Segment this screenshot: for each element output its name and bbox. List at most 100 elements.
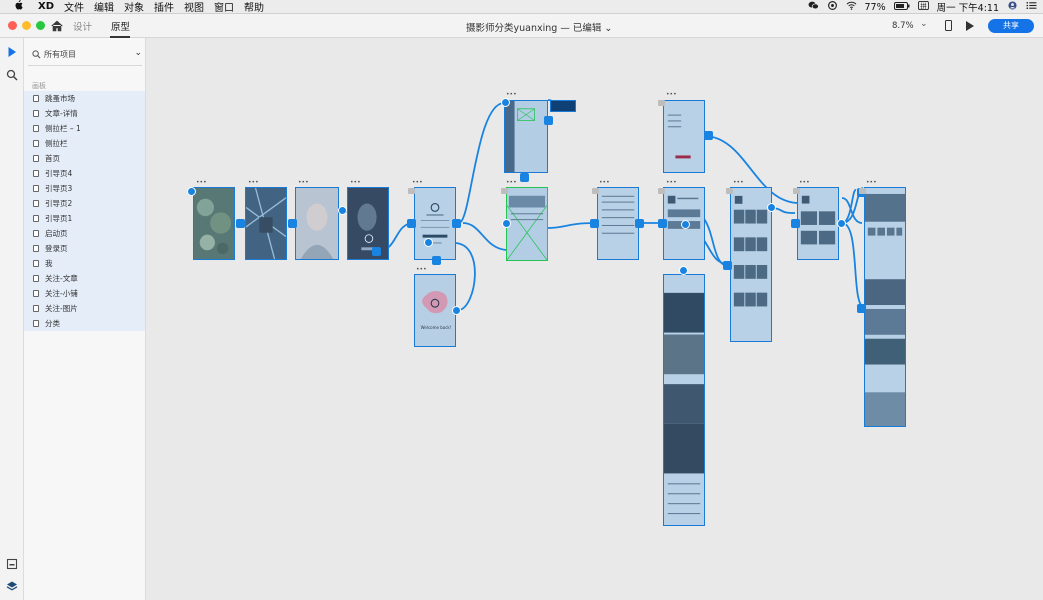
connection-node[interactable] — [424, 238, 433, 247]
artboard-guide-3[interactable] — [295, 187, 339, 260]
connection-arrow[interactable] — [432, 256, 441, 265]
artboard-guide-2[interactable] — [245, 187, 287, 260]
connection-arrow[interactable] — [452, 219, 461, 228]
artboard-flag — [501, 188, 508, 194]
connection-arrow[interactable] — [236, 219, 245, 228]
menu-object[interactable]: 对象 — [124, 0, 144, 14]
menu-window[interactable]: 窗口 — [214, 0, 234, 14]
board-label: 文章-详情 — [45, 109, 78, 118]
artboard-title-dots: ••• — [599, 179, 610, 186]
select-arrow-icon[interactable] — [6, 46, 18, 58]
connection-arrow[interactable] — [658, 219, 667, 228]
connection-arrow[interactable] — [544, 116, 553, 125]
artboard-home[interactable] — [506, 187, 548, 261]
menu-edit[interactable]: 编辑 — [94, 0, 114, 14]
minimize-window-button[interactable] — [22, 21, 31, 30]
list-item[interactable]: 启动页 — [24, 226, 145, 241]
artboard-launch[interactable]: Welcome back! — [414, 274, 456, 347]
list-item[interactable]: 侧拉栏 — [24, 136, 145, 151]
list-item[interactable]: 我 — [24, 256, 145, 271]
list-item[interactable]: 侧拉栏 – 1 — [24, 121, 145, 136]
chevron-down-icon[interactable]: ⌄ — [134, 48, 142, 58]
artboard-me[interactable] — [663, 100, 705, 173]
artboard-login[interactable] — [414, 187, 456, 260]
zoom-chevron-down-icon[interactable]: ⌄ — [920, 19, 928, 29]
list-item[interactable]: 关注-文章 — [24, 271, 145, 286]
zoom-level[interactable]: 8.7% — [892, 21, 914, 31]
artboard-follow-images[interactable] — [730, 187, 772, 342]
connection-node[interactable] — [501, 98, 510, 107]
list-item[interactable]: 关注-小铺 — [24, 286, 145, 301]
connection-node[interactable] — [187, 187, 196, 196]
apple-menu-icon[interactable] — [12, 0, 24, 13]
artboard-article-detail[interactable] — [663, 274, 705, 526]
clock-datetime[interactable]: 周一 下午4:11 — [937, 0, 999, 14]
connection-node[interactable] — [338, 206, 347, 215]
tab-design[interactable]: 设计 — [73, 19, 92, 33]
connection-arrow[interactable] — [635, 219, 644, 228]
artboard-guide-1[interactable] — [193, 187, 235, 260]
connection-arrow[interactable] — [723, 261, 732, 270]
connection-node[interactable] — [679, 266, 688, 275]
layers-icon[interactable] — [6, 580, 18, 592]
document-title[interactable]: 摄影师分类yuanxing — 已编辑 ⌄ — [466, 20, 612, 34]
artboard-side-drawer[interactable] — [504, 100, 548, 173]
notification-list-icon[interactable] — [1026, 1, 1037, 13]
artboard-flea-market[interactable] — [864, 187, 906, 427]
device-preview-icon[interactable] — [945, 20, 952, 31]
artboard-follow-shop[interactable] — [797, 187, 839, 260]
artboard-flag — [726, 188, 733, 194]
zoom-window-button[interactable] — [36, 21, 45, 30]
zoom-search-icon[interactable] — [6, 69, 18, 81]
cloud-icon[interactable] — [827, 1, 838, 13]
connection-node[interactable] — [837, 219, 846, 228]
document-assets-icon[interactable] — [6, 558, 18, 570]
list-item[interactable]: 引导页3 — [24, 181, 145, 196]
board-filter[interactable]: 所有项目 ⌄ — [30, 48, 142, 62]
connection-arrow[interactable] — [407, 219, 416, 228]
prototype-canvas[interactable]: ••• ••• ••• ••• ••• ••• Welcome back! ••… — [146, 38, 1043, 600]
list-item[interactable]: 跳蚤市场 — [24, 91, 145, 106]
list-item[interactable]: 首页 — [24, 151, 145, 166]
artboard-category[interactable] — [597, 187, 639, 260]
home-icon[interactable] — [50, 19, 64, 33]
list-item[interactable]: 关注-图片 — [24, 301, 145, 316]
close-window-button[interactable] — [8, 21, 17, 30]
list-item[interactable]: 引导页4 — [24, 166, 145, 181]
connection-node[interactable] — [452, 306, 461, 315]
input-source-icon[interactable]: 拼 — [917, 1, 929, 13]
wifi-icon[interactable] — [846, 1, 857, 13]
user-avatar-icon[interactable] — [1007, 1, 1018, 13]
battery-icon[interactable] — [893, 1, 910, 13]
chevron-down-icon[interactable]: ⌄ — [604, 23, 612, 34]
connection-node[interactable] — [767, 203, 776, 212]
board-label: 侧拉栏 — [45, 139, 68, 148]
connection-arrow[interactable] — [704, 131, 713, 140]
list-item[interactable]: 文章-详情 — [24, 106, 145, 121]
connection-arrow[interactable] — [590, 219, 599, 228]
list-item[interactable]: 引导页1 — [24, 211, 145, 226]
list-item[interactable]: 分类 — [24, 316, 145, 331]
menu-plugins[interactable]: 插件 — [154, 0, 174, 14]
connection-arrow[interactable] — [857, 304, 866, 313]
list-item[interactable]: 引导页2 — [24, 196, 145, 211]
play-preview-icon[interactable] — [966, 21, 974, 31]
list-item[interactable]: 登录页 — [24, 241, 145, 256]
connection-arrow[interactable] — [288, 219, 297, 228]
connection-arrow[interactable] — [791, 219, 800, 228]
connection-node[interactable] — [681, 220, 690, 229]
share-button[interactable]: 共享 — [988, 19, 1034, 33]
artboard-flag — [859, 188, 866, 194]
artboard-title-dots: ••• — [196, 179, 207, 186]
app-name-menu[interactable]: XD — [38, 1, 54, 12]
connection-node[interactable] — [502, 219, 511, 228]
artboard-guide-4[interactable] — [347, 187, 389, 260]
wechat-icon[interactable] — [808, 1, 819, 13]
menu-view[interactable]: 视图 — [184, 0, 204, 14]
tab-prototype[interactable]: 原型 — [111, 19, 130, 33]
connection-arrow[interactable] — [372, 247, 381, 256]
menu-help[interactable]: 帮助 — [244, 0, 264, 14]
menu-file[interactable]: 文件 — [64, 0, 84, 14]
drawer-popover[interactable] — [550, 100, 576, 112]
connection-arrow[interactable] — [520, 173, 529, 182]
